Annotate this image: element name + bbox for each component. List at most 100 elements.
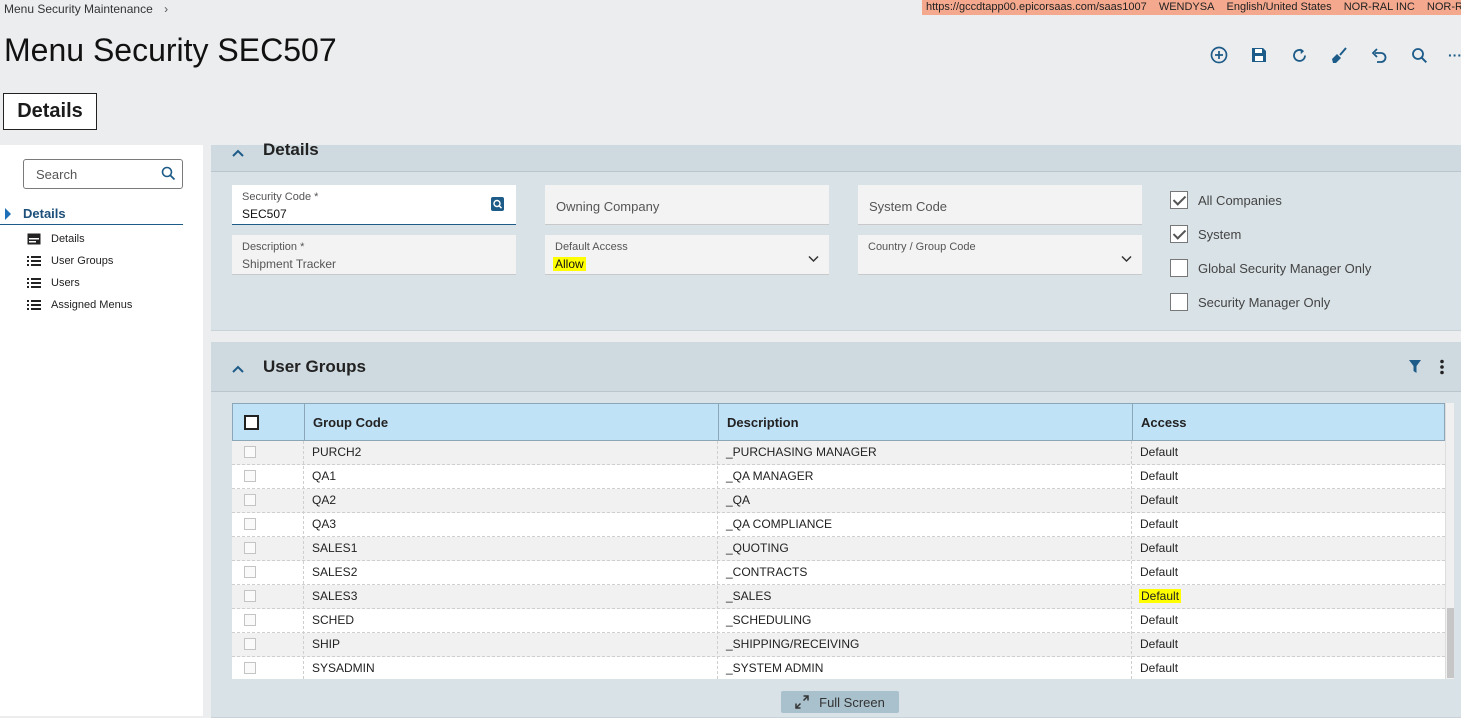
row-checkbox[interactable] (244, 446, 256, 458)
cell-description: _SCHEDULING (726, 613, 812, 627)
table-row[interactable]: QA3 _QA COMPLIANCE Default (232, 513, 1445, 537)
undo-icon[interactable] (1368, 44, 1390, 66)
all-companies-checkbox[interactable]: All Companies (1170, 189, 1282, 211)
column-header-group-code[interactable]: Group Code (304, 404, 718, 440)
table-row[interactable]: QA2 _QA Default (232, 489, 1445, 513)
system-checkbox[interactable]: System (1170, 223, 1241, 245)
sidebar-item-users[interactable]: Users (27, 274, 80, 292)
column-header-description[interactable]: Description (718, 404, 1132, 440)
row-checkbox[interactable] (244, 662, 256, 674)
column-header-access[interactable]: Access (1132, 404, 1444, 440)
row-checkbox[interactable] (244, 614, 256, 626)
sidebar-item-user-groups[interactable]: User Groups (27, 252, 113, 270)
sidebar-item-assigned-menus[interactable]: Assigned Menus (27, 296, 132, 314)
chevron-up-icon[interactable] (231, 361, 245, 379)
row-checkbox[interactable] (244, 542, 256, 554)
table-row[interactable]: PURCH2 _PURCHASING MANAGER Default (232, 441, 1445, 465)
cell-description: _SALES (726, 589, 772, 603)
row-checkbox[interactable] (244, 566, 256, 578)
global-security-manager-only-checkbox[interactable]: Global Security Manager Only (1170, 257, 1371, 279)
cell-description: _QA MANAGER (726, 469, 814, 483)
nav-section-label: Details (23, 206, 66, 221)
breadcrumb[interactable]: Menu Security Maintenance › (4, 2, 168, 16)
description-field[interactable]: Description * Shipment Tracker (232, 235, 516, 275)
kebab-menu-icon[interactable] (1439, 359, 1445, 380)
session-url: https://gccdtapp00.epicorsaas.com/saas10… (926, 1, 1147, 13)
cell-access: Default (1140, 661, 1179, 675)
checkbox-unchecked-icon[interactable] (1170, 293, 1188, 311)
scrollbar-thumb[interactable] (1447, 608, 1454, 678)
checkbox-checked-icon[interactable] (1170, 225, 1188, 243)
table-row[interactable]: SALES3 _SALES Default (232, 585, 1445, 609)
chevron-down-icon[interactable] (1121, 250, 1132, 268)
sidebar-item-label: Users (51, 277, 80, 289)
refresh-icon[interactable] (1288, 44, 1310, 66)
sidebar-item-label: Assigned Menus (51, 299, 133, 311)
cell-access: Default (1140, 445, 1179, 459)
clear-icon[interactable] (1328, 44, 1350, 66)
sidebar-search[interactable] (23, 159, 183, 189)
cell-access: Default (1140, 637, 1179, 651)
cell-description: _QA COMPLIANCE (726, 517, 833, 531)
system-code-placeholder: System Code (869, 199, 948, 214)
cell-group-code: SYSADMIN (312, 661, 375, 675)
country-group-code-dropdown[interactable]: Country / Group Code (858, 235, 1142, 275)
security-code-field[interactable]: Security Code * SEC507 (232, 185, 516, 225)
add-new-icon[interactable] (1208, 44, 1230, 66)
chevron-up-icon[interactable] (231, 145, 245, 163)
table-row[interactable]: QA1 _QA MANAGER Default (232, 465, 1445, 489)
full-screen-button[interactable]: Full Screen (781, 691, 899, 713)
card-icon (27, 233, 41, 245)
grid-header: Group Code Description Access (232, 403, 1445, 441)
search-icon[interactable] (1408, 44, 1430, 66)
table-row[interactable]: SCHED _SCHEDULING Default (232, 609, 1445, 633)
all-companies-label: All Companies (1198, 192, 1282, 208)
column-divider (1131, 441, 1132, 679)
lookup-icon[interactable] (491, 197, 504, 216)
filter-icon[interactable] (1409, 360, 1421, 378)
list-icon (27, 300, 41, 310)
details-panel: Details Security Code * SEC507 Owning Co… (211, 140, 1461, 331)
security-code-value[interactable]: SEC507 (242, 207, 287, 221)
default-access-dropdown[interactable]: Default Access Allow (545, 235, 829, 275)
table-row[interactable]: SYSADMIN _SYSTEM ADMIN Default (232, 657, 1445, 679)
search-input[interactable] (34, 166, 154, 183)
user-groups-panel-title: User Groups (263, 357, 366, 376)
row-checkbox[interactable] (244, 638, 256, 650)
breadcrumb-chevron: › (164, 2, 169, 16)
table-row[interactable]: SALES2 _CONTRACTS Default (232, 561, 1445, 585)
page-title: Menu Security SEC507 (4, 32, 337, 68)
system-code-field[interactable]: System Code (858, 185, 1142, 225)
cell-access: Default (1140, 565, 1179, 579)
grid-scrollbar[interactable] (1445, 403, 1454, 679)
cell-group-code: SALES3 (312, 589, 358, 603)
sidebar: Details Details User Groups Users Assign… (0, 145, 203, 716)
sidebar-item-details[interactable]: Details (27, 230, 85, 248)
select-all-checkbox[interactable] (244, 415, 259, 430)
row-checkbox[interactable] (244, 590, 256, 602)
search-icon[interactable] (161, 166, 176, 186)
row-checkbox[interactable] (244, 518, 256, 530)
checkbox-checked-icon[interactable] (1170, 191, 1188, 209)
save-icon[interactable] (1248, 44, 1270, 66)
column-divider (303, 441, 304, 679)
cell-group-code: QA3 (312, 517, 337, 531)
checkbox-unchecked-icon[interactable] (1170, 259, 1188, 277)
description-value[interactable]: Shipment Tracker (242, 257, 336, 271)
security-manager-only-checkbox[interactable]: Security Manager Only (1170, 291, 1330, 313)
row-checkbox[interactable] (244, 470, 256, 482)
nav-section-details[interactable]: Details (0, 205, 183, 225)
cell-access: Default (1140, 493, 1179, 507)
owning-company-field[interactable]: Owning Company (545, 185, 829, 225)
session-info-bar: https://gccdtapp00.epicorsaas.com/saas10… (922, 0, 1461, 15)
more-icon[interactable]: ··· (1444, 44, 1461, 66)
chevron-down-icon[interactable] (808, 250, 819, 268)
row-checkbox[interactable] (244, 494, 256, 506)
breadcrumb-label[interactable]: Menu Security Maintenance (4, 2, 153, 16)
cell-access: Default (1140, 469, 1179, 483)
tab-details[interactable]: Details (3, 93, 97, 130)
global-security-manager-only-label: Global Security Manager Only (1198, 260, 1372, 276)
list-icon (27, 278, 41, 288)
table-row[interactable]: SHIP _SHIPPING/RECEIVING Default (232, 633, 1445, 657)
table-row[interactable]: SALES1 _QUOTING Default (232, 537, 1445, 561)
